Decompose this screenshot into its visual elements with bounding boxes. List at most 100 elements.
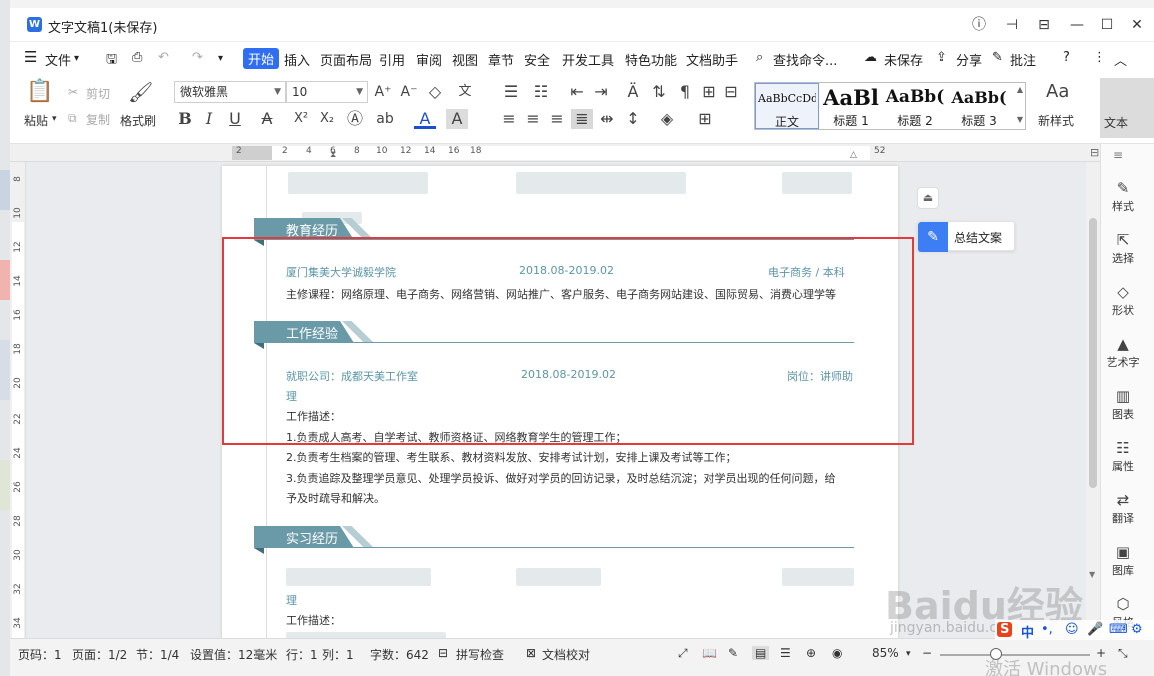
status-setting[interactable]: 设置值：12毫米 [190, 646, 277, 663]
panel-styles[interactable]: ✎ 样式 [1101, 178, 1145, 214]
collapse-ribbon-icon[interactable]: ︿ [1114, 50, 1127, 69]
increase-indent-icon[interactable]: ⇥ [590, 82, 612, 102]
maximize-button[interactable]: ☐ [1095, 14, 1119, 36]
horizontal-ruler[interactable]: 2 2 4 6 8 10 12 14 16 18 52 ⧗ △ ⊟ [10, 144, 1154, 162]
status-word-count[interactable]: 字数：642 [370, 646, 429, 663]
share-icon[interactable]: ⇪ [936, 50, 947, 65]
new-style-icon[interactable]: Aa [1046, 82, 1069, 106]
microphone-icon[interactable]: 🎤 [1087, 622, 1103, 637]
more-icon[interactable]: ⋮ [1093, 50, 1106, 65]
minimize-button[interactable]: — [1065, 14, 1089, 36]
align-left-icon[interactable]: ≡ [498, 109, 520, 129]
font-size-select[interactable]: 10 ▼ [286, 81, 368, 103]
help-icon[interactable]: ? [1063, 50, 1070, 65]
char-shading-icon[interactable]: A [446, 109, 468, 129]
share-button[interactable]: 分享 [956, 50, 982, 69]
right-indent-marker-icon[interactable]: △ [850, 150, 857, 160]
punctuation-icon[interactable]: •, [1041, 622, 1053, 637]
panel-shapes[interactable]: ◇ 形状 [1101, 282, 1145, 318]
panel-menu-icon[interactable]: ≡ [1113, 148, 1123, 162]
redo-icon[interactable]: ↷ [192, 50, 203, 65]
panel-gallery[interactable]: ▣ 图库 [1101, 542, 1145, 578]
ruler-toggle-icon[interactable]: ⊟ [1090, 146, 1099, 159]
para-marks-icon[interactable]: ⊞ [698, 82, 720, 102]
text-direction-icon[interactable]: Ä [622, 82, 644, 102]
style-heading-3[interactable]: AaBb( 标题 3 [947, 83, 1011, 129]
align-center-icon[interactable]: ≡ [522, 109, 544, 129]
proofread-icon[interactable]: ⊠ [526, 646, 536, 660]
zoom-dropdown-icon[interactable]: ▾ [906, 649, 911, 659]
ime-language[interactable]: 中 [1021, 622, 1034, 641]
fullscreen-icon[interactable]: ⤢ [678, 646, 688, 661]
cut-icon[interactable]: ✂ [68, 85, 78, 99]
zoom-slider-thumb[interactable] [990, 648, 1002, 660]
strikethrough-icon[interactable]: A [256, 109, 278, 129]
tab-chapter[interactable]: 章节 [488, 50, 514, 69]
indent-marker-icon[interactable]: ⧗ [330, 150, 336, 160]
proofread-button[interactable]: 文档校对 [542, 646, 590, 663]
fit-page-icon[interactable]: ⤡ [1118, 646, 1128, 661]
zoom-in-icon[interactable]: + [1096, 646, 1106, 660]
close-button[interactable]: ✕ [1125, 14, 1149, 36]
phonetic-guide-icon[interactable]: 文 [454, 82, 476, 102]
search-icon[interactable]: ⌕ [756, 50, 763, 65]
tab-page-layout[interactable]: 页面布局 [320, 50, 372, 69]
web-view-icon[interactable]: ⊕ [806, 646, 816, 660]
save-icon[interactable]: 🖫 [106, 50, 117, 72]
vertical-ruler[interactable]: 8 10 12 14 16 18 20 22 24 26 28 30 32 34 [10, 162, 26, 638]
zoom-out-icon[interactable]: − [922, 646, 932, 660]
eye-protection-icon[interactable]: ◉ [832, 646, 842, 660]
bullet-list-icon[interactable]: ☰ [500, 82, 522, 102]
table-icon[interactable]: ⊟ [720, 82, 742, 102]
panel-translate[interactable]: ⇄ 翻译 [1101, 490, 1145, 526]
justify-icon[interactable]: ≣ [571, 109, 593, 129]
summary-copy-button[interactable]: ✎ 总结文案 [917, 221, 1015, 252]
internship-position-continued[interactable]: 理 [286, 592, 297, 608]
unsaved-status[interactable]: 未保存 [884, 50, 923, 69]
work-description-line[interactable]: 2.负责考生档案的管理、考生联系、教材资料发放、安排考试计划，安排上课及考试等工… [286, 449, 737, 465]
tab-references[interactable]: 引用 [379, 50, 405, 69]
tab-security[interactable]: 安全 [524, 50, 550, 69]
align-right-icon[interactable]: ≡ [546, 109, 568, 129]
font-family-select[interactable]: 微软雅黑 ▼ [174, 81, 286, 103]
sogou-icon[interactable]: S [997, 622, 1013, 637]
tab-view[interactable]: 视图 [452, 50, 478, 69]
panel-select[interactable]: ⇱ 选择 [1101, 230, 1145, 266]
copy-button[interactable]: 复制 [86, 111, 110, 128]
tab-developer[interactable]: 开发工具 [562, 50, 614, 69]
undo-icon[interactable]: ↶ [158, 50, 169, 65]
spellcheck-button[interactable]: 拼写检查 [456, 646, 504, 663]
italic-icon[interactable]: I [198, 109, 220, 129]
subscript-icon[interactable]: X₂ [316, 109, 338, 129]
paste-button[interactable]: 粘贴 [24, 112, 48, 129]
internship-description-title[interactable]: 工作描述： [286, 612, 341, 628]
style-scroll-down-icon[interactable]: ▼ [1017, 115, 1023, 124]
info-icon[interactable]: ⓘ [967, 14, 991, 36]
panel-wordart[interactable]: ▲ 艺术字 [1101, 334, 1145, 370]
chevron-down-icon[interactable]: ▾ [74, 53, 79, 64]
new-style-button[interactable]: 新样式 [1038, 112, 1074, 129]
hamburger-icon[interactable]: ☰ [24, 48, 37, 66]
vertical-scrollbar[interactable]: ▼ [1086, 162, 1100, 638]
status-row[interactable]: 行：1 [286, 646, 318, 663]
style-heading-1[interactable]: AaBl 标题 1 [819, 83, 883, 129]
copy-icon[interactable]: ⧉ [68, 111, 77, 126]
show-marks-icon[interactable]: ¶ [674, 82, 696, 102]
outline-view-icon[interactable]: ☰ [780, 646, 791, 660]
ime-settings-icon[interactable]: ⚙ [1131, 622, 1143, 637]
edit-mode-icon[interactable]: ✎ [728, 646, 738, 660]
tab-special-features[interactable]: 特色功能 [625, 50, 677, 69]
style-scroll-up-icon[interactable]: ▲ [1017, 85, 1023, 94]
numbered-list-icon[interactable]: ☷ [530, 82, 552, 102]
print-preview-icon[interactable]: ⎙ [132, 50, 142, 65]
underline-icon[interactable]: U [224, 109, 246, 129]
status-page-code[interactable]: 页码：1 [18, 646, 62, 663]
spellcheck-icon[interactable]: ⊟ [438, 646, 448, 660]
pin-icon[interactable]: ⊣ [1000, 14, 1024, 36]
restore-toolbar-icon[interactable]: ⊟ [1032, 14, 1056, 36]
clear-format-icon[interactable]: ◇ [424, 82, 446, 102]
borders-icon[interactable]: ⊞ [694, 109, 716, 129]
collapse-panel-icon[interactable]: ⏏ [917, 187, 939, 209]
work-description-line[interactable]: 3.负责追踪及整理学员意见、处理学员投诉、做好对学员的回访记录，及时总结沉淀；对… [286, 470, 836, 486]
comment-icon[interactable]: ✎ [992, 50, 1003, 65]
